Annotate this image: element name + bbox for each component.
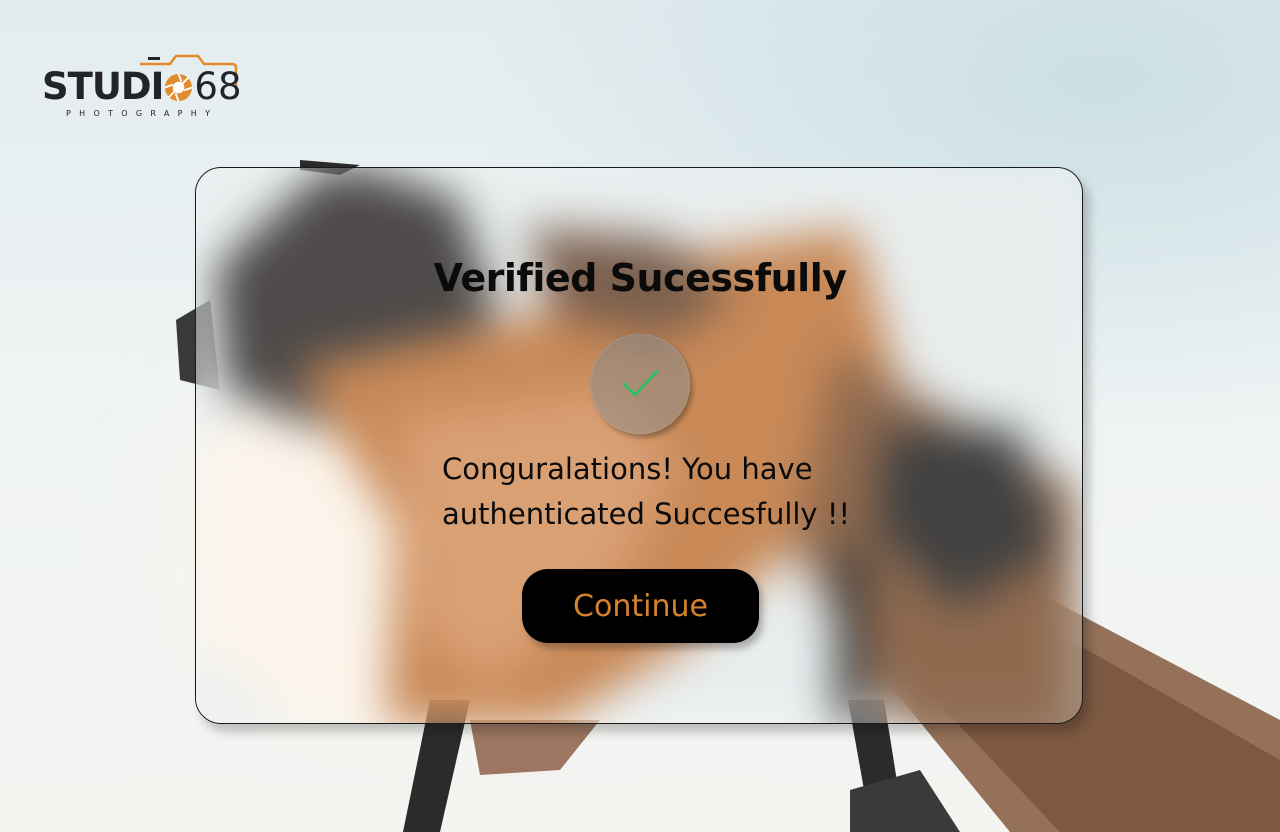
- verification-dialog: Verified Sucessfully Conguralations! You…: [195, 167, 1083, 724]
- logo-wordmark: STUDI 68: [42, 68, 242, 105]
- logo-text-number: 68: [194, 65, 242, 108]
- checkmark-icon: [622, 369, 659, 397]
- continue-button[interactable]: Continue: [522, 569, 759, 643]
- logo-text-main: STUDI: [42, 65, 164, 108]
- success-badge: [590, 334, 690, 434]
- studio68-logo[interactable]: STUDI 68 PHOTOGRAPHY: [40, 52, 252, 122]
- success-message: Conguralations! You have authenticated S…: [442, 452, 851, 531]
- dialog-title: Verified Sucessfully: [433, 256, 848, 300]
- shutter-icon: [165, 73, 193, 102]
- logo-subtitle: PHOTOGRAPHY: [66, 109, 219, 118]
